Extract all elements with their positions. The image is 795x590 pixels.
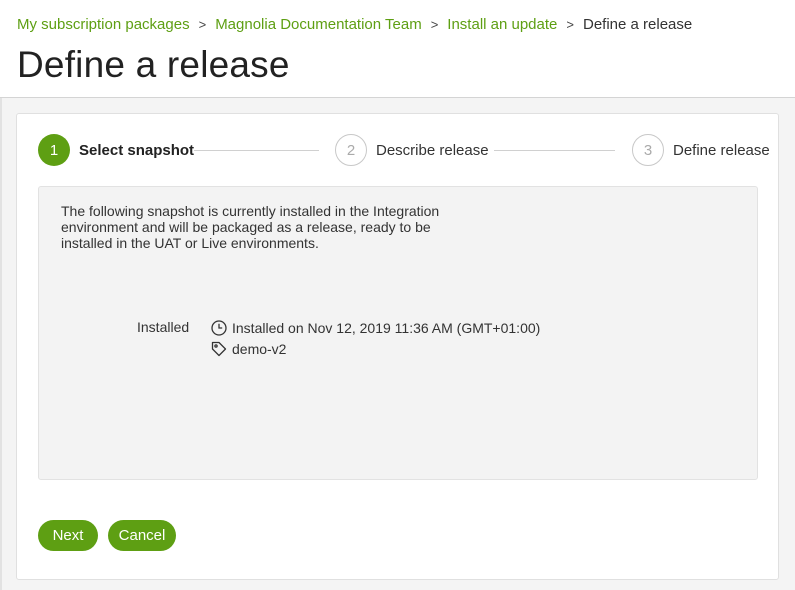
snapshot-description: The following snapshot is currently inst… (61, 203, 440, 251)
cancel-button[interactable]: Cancel (108, 520, 176, 551)
tag-icon (211, 341, 227, 357)
step-number: 2 (335, 134, 367, 166)
step-connector (194, 150, 319, 151)
breadcrumb-link-team[interactable]: Magnolia Documentation Team (215, 16, 422, 33)
step-label: Define release (673, 141, 770, 159)
step-number: 1 (38, 134, 70, 166)
installed-on-text: Installed on Nov 12, 2019 11:36 AM (GMT+… (232, 320, 541, 336)
page-title: Define a release (17, 44, 290, 85)
step-label: Select snapshot (79, 141, 195, 159)
step-connector (494, 150, 615, 151)
wizard-card: 1 Select snapshot 2 Describe release 3 D… (16, 113, 779, 580)
step-label: Describe release (376, 141, 489, 159)
step-number: 3 (632, 134, 664, 166)
breadcrumb-current: Define a release (582, 16, 693, 33)
breadcrumb-separator: > (566, 17, 574, 32)
clock-icon (211, 320, 227, 336)
snapshot-panel: The following snapshot is currently inst… (38, 186, 758, 480)
next-button[interactable]: Next (38, 520, 98, 551)
tag-row: demo-v2 (211, 341, 286, 357)
tag-text: demo-v2 (232, 341, 287, 357)
breadcrumb-link-subscription-packages[interactable]: My subscription packages (17, 16, 190, 33)
step-select-snapshot[interactable]: 1 Select snapshot (38, 134, 194, 166)
left-border (0, 98, 2, 590)
installed-on-row: Installed on Nov 12, 2019 11:36 AM (GMT+… (211, 320, 540, 336)
breadcrumb: My subscription packages > Magnolia Docu… (17, 16, 692, 33)
breadcrumb-separator: > (198, 17, 207, 32)
installed-label: Installed (137, 319, 190, 335)
breadcrumb-link-install-update[interactable]: Install an update (447, 16, 557, 33)
step-describe-release[interactable]: 2 Describe release (335, 134, 489, 166)
breadcrumb-separator: > (430, 17, 439, 32)
step-define-release[interactable]: 3 Define release (632, 134, 770, 166)
